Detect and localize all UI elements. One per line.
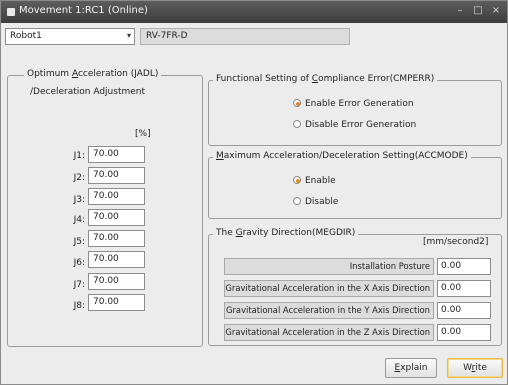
gravity-label-y-axis: Gravitational Acceleration in the Y Axis…	[224, 302, 434, 319]
joint-input-j7[interactable]: 70.00	[88, 273, 145, 290]
joint-input-j6[interactable]: 70.00	[88, 251, 145, 268]
restore-button[interactable]: □	[471, 4, 485, 18]
accmode-group: Maximum Acceleration/Deceleration Settin…	[208, 151, 502, 219]
joint-input-j2[interactable]: 70.00	[88, 167, 145, 184]
minimize-button[interactable]: –	[453, 4, 467, 18]
gravity-direction-legend: The Gravity Direction(MEGDIR)	[213, 228, 359, 238]
compliance-error-group: Functional Setting of Compliance Error(C…	[208, 74, 502, 146]
joint-label-j1: J1:	[73, 151, 85, 161]
joint-label-j2: J2:	[73, 173, 85, 183]
gravity-label-installation-posture: Installation Posture	[224, 258, 434, 275]
radio-enable-error-generation[interactable]: Enable Error Generation	[293, 99, 414, 109]
joint-label-j7: J7:	[73, 280, 85, 290]
joint-input-j1[interactable]: 70.00	[88, 146, 145, 163]
title-bar[interactable]: Movement 1:RC1 (Online) – □ ×	[1, 1, 507, 23]
radio-label-disable-error: Disable Error Generation	[305, 120, 417, 130]
joint-input-j4[interactable]: 70.00	[88, 209, 145, 226]
radio-label-accmode-disable: Disable	[305, 197, 339, 207]
window-title: Movement 1:RC1 (Online)	[19, 5, 148, 16]
optimum-acceleration-sublabel: /Deceleration Adjustment	[30, 87, 146, 97]
joint-input-j3[interactable]: 70.00	[88, 188, 145, 205]
compliance-error-legend: Functional Setting of Compliance Error(C…	[213, 74, 438, 84]
robot-model-field: RV-7FR-D	[140, 28, 350, 45]
app-icon	[7, 8, 15, 16]
joint-input-j8[interactable]: 70.00	[88, 294, 145, 311]
accmode-legend: Maximum Acceleration/Deceleration Settin…	[213, 151, 471, 161]
joint-label-j5: J5:	[73, 237, 85, 247]
explain-button[interactable]: Explain	[385, 358, 437, 378]
write-button[interactable]: Write	[447, 358, 503, 378]
gravity-label-x-axis: Gravitational Acceleration in the X Axis…	[224, 280, 434, 297]
radio-label-accmode-enable: Enable	[305, 176, 336, 186]
radio-accmode-enable[interactable]: Enable	[293, 176, 336, 186]
radio-unselected-icon	[293, 120, 301, 128]
robot-select-value: Robot1	[10, 31, 42, 41]
radio-selected-icon	[293, 176, 301, 184]
chevron-down-icon[interactable]: ▾	[127, 31, 131, 40]
joint-label-j8: J8:	[73, 301, 85, 311]
joint-label-j3: J3:	[73, 195, 85, 205]
gravity-input-installation-posture[interactable]: 0.00	[437, 258, 491, 275]
percent-unit-label: [%]	[135, 129, 151, 139]
joint-label-j6: J6:	[73, 258, 85, 268]
radio-label-enable-error: Enable Error Generation	[305, 99, 414, 109]
radio-selected-icon	[293, 99, 301, 107]
gravity-label-z-axis: Gravitational Acceleration in the Z Axis…	[224, 324, 434, 341]
joint-label-j4: J4:	[73, 215, 85, 225]
gravity-input-y-axis[interactable]: 0.00	[437, 302, 491, 319]
close-button[interactable]: ×	[489, 4, 503, 18]
robot-model-value: RV-7FR-D	[146, 31, 188, 41]
joint-input-j5[interactable]: 70.00	[88, 230, 145, 247]
radio-disable-error-generation[interactable]: Disable Error Generation	[293, 120, 416, 130]
gravity-unit-label: [mm/second2]	[423, 237, 489, 247]
radio-unselected-icon	[293, 197, 301, 205]
robot-select[interactable]: Robot1 ▾	[5, 28, 135, 45]
optimum-acceleration-legend: Optimum Acceleration (JADL)	[24, 69, 162, 79]
radio-accmode-disable[interactable]: Disable	[293, 197, 338, 207]
gravity-input-x-axis[interactable]: 0.00	[437, 280, 491, 297]
gravity-input-z-axis[interactable]: 0.00	[437, 324, 491, 341]
